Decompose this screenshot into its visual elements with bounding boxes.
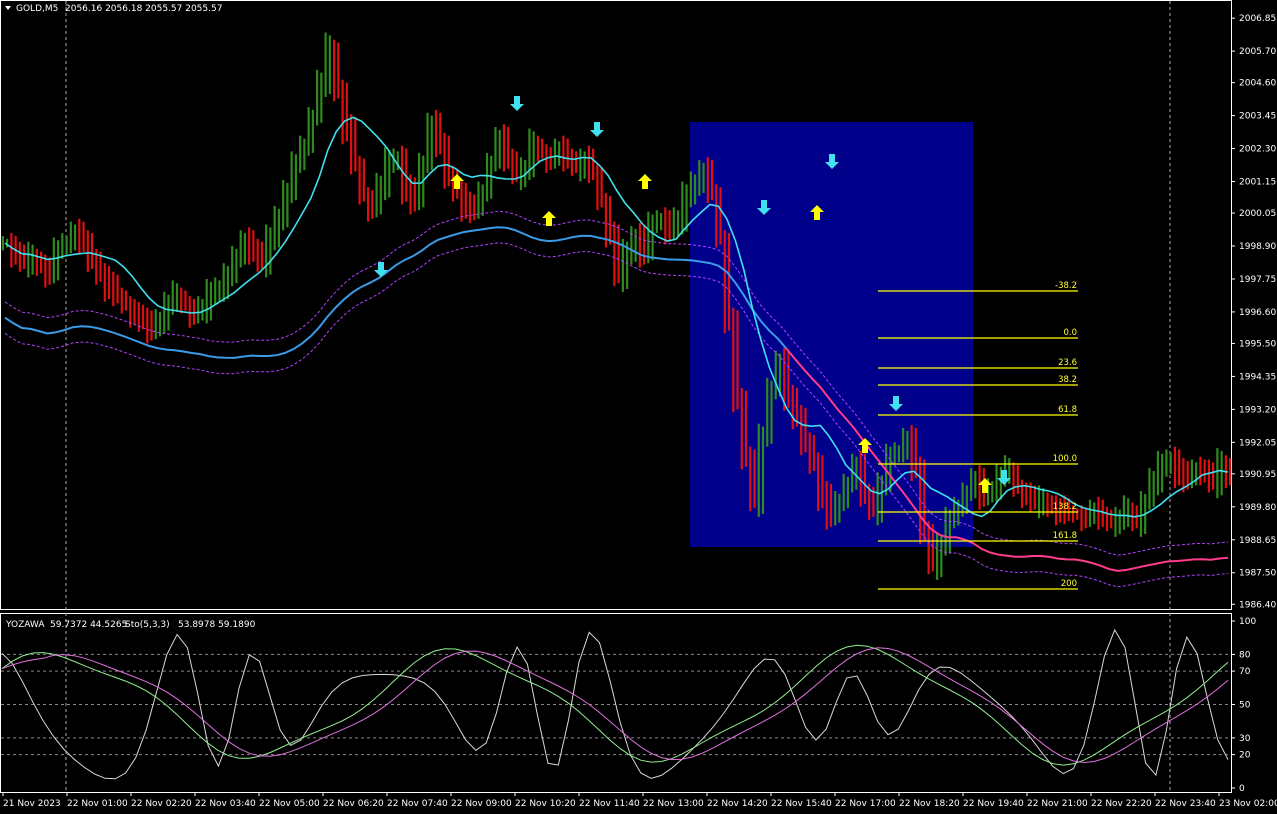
fib-level-label: 61.8	[1058, 405, 1077, 415]
price-tick-label: 1998.90	[1239, 242, 1276, 252]
price-tick-label: 1987.50	[1239, 569, 1276, 579]
price-tick-label: 1988.65	[1239, 536, 1276, 546]
price-tick-label: 1992.05	[1239, 438, 1276, 448]
time-tick-label: 22 Nov 21:00	[1027, 799, 1088, 809]
yozawa-title: YOZAWA	[5, 620, 45, 630]
price-tick-label: 1996.60	[1239, 308, 1276, 318]
time-tick-label: 22 Nov 07:40	[387, 799, 448, 809]
price-axis: 2006.85 2005.70 2004.60 2003.45 2002.30 2001.…	[1231, 14, 1276, 610]
indicator-panel	[0, 613, 1232, 793]
indicator-tick-label: 70	[1239, 667, 1251, 677]
indicator-tick-label: 20	[1239, 751, 1251, 761]
time-tick-label: 22 Nov 01:00	[67, 799, 128, 809]
price-tick-label: 2004.60	[1239, 79, 1276, 89]
indicator-tick-label: 100	[1239, 617, 1256, 627]
time-tick-label: 22 Nov 15:40	[771, 799, 832, 809]
ohlc-values: 2056.16 2056.18 2055.57 2055.57	[65, 4, 222, 14]
price-tick-label: 2001.15	[1239, 178, 1276, 188]
stochastic-title: Sto(5,3,3)	[125, 620, 170, 630]
fib-level-label: 100.0	[1053, 454, 1077, 464]
yozawa-values: 59.7372 44.5265	[50, 620, 127, 630]
time-tick-label: 22 Nov 14:20	[707, 799, 768, 809]
time-tick-label: 22 Nov 10:20	[515, 799, 576, 809]
time-tick-label: 22 Nov 02:20	[131, 799, 192, 809]
fib-level-label: 161.8	[1053, 531, 1077, 541]
time-tick-label: 22 Nov 18:20	[899, 799, 960, 809]
time-tick-label: 22 Nov 09:00	[451, 799, 512, 809]
trading-chart[interactable]: -38.20.023.638.261.8100.0138.2161.8200 2…	[0, 0, 1277, 814]
fib-level-label: 23.6	[1058, 358, 1077, 368]
fib-level-label: 38.2	[1058, 375, 1077, 385]
time-tick-label: 22 Nov 23:40	[1155, 799, 1216, 809]
fib-level-label: 138.2	[1053, 502, 1077, 512]
time-tick-label: 22 Nov 19:40	[963, 799, 1024, 809]
symbol-title: GOLD,M5	[16, 4, 58, 14]
price-tick-label: 1989.80	[1239, 503, 1276, 513]
indicator-tick-label: 50	[1239, 701, 1251, 711]
indicator-axis: 100 80 70 50 30 20 0	[1231, 617, 1256, 794]
fib-level-label: 200	[1061, 579, 1077, 589]
price-tick-label: 1994.35	[1239, 372, 1276, 382]
fib-level-label: -38.2	[1055, 281, 1077, 291]
time-tick-label: 22 Nov 17:00	[835, 799, 896, 809]
price-tick-label: 1986.40	[1239, 600, 1276, 610]
time-tick-label: 22 Nov 03:40	[195, 799, 256, 809]
stochastic-values: 53.8978 59.1890	[178, 620, 256, 630]
price-tick-label: 2002.30	[1239, 145, 1276, 155]
time-tick-label: 22 Nov 06:20	[323, 799, 384, 809]
indicator-tick-label: 0	[1239, 784, 1245, 794]
time-tick-label: 22 Nov 22:20	[1091, 799, 1152, 809]
time-tick-label: 21 Nov 2023	[3, 799, 61, 809]
time-tick-label: 22 Nov 11:40	[579, 799, 640, 809]
price-tick-label: 2006.85	[1239, 14, 1276, 24]
price-tick-label: 2000.05	[1239, 209, 1276, 219]
price-tick-label: 1993.20	[1239, 405, 1276, 415]
time-tick-label: 22 Nov 13:00	[643, 799, 704, 809]
price-tick-label: 2005.70	[1239, 47, 1276, 57]
price-tick-label: 1997.75	[1239, 275, 1276, 285]
time-axis: 21 Nov 2023 22 Nov 01:00 22 Nov 02:20 22 No…	[2, 792, 1277, 809]
indicator-tick-label: 80	[1239, 650, 1251, 660]
price-tick-label: 1990.95	[1239, 470, 1276, 480]
price-tick-label: 2003.45	[1239, 112, 1276, 122]
fib-level-label: 0.0	[1063, 328, 1077, 338]
indicator-tick-label: 30	[1239, 734, 1251, 744]
time-tick-label: 22 Nov 05:00	[259, 799, 320, 809]
time-tick-label: 23 Nov 02:00	[1219, 799, 1277, 809]
price-tick-label: 1995.50	[1239, 339, 1276, 349]
